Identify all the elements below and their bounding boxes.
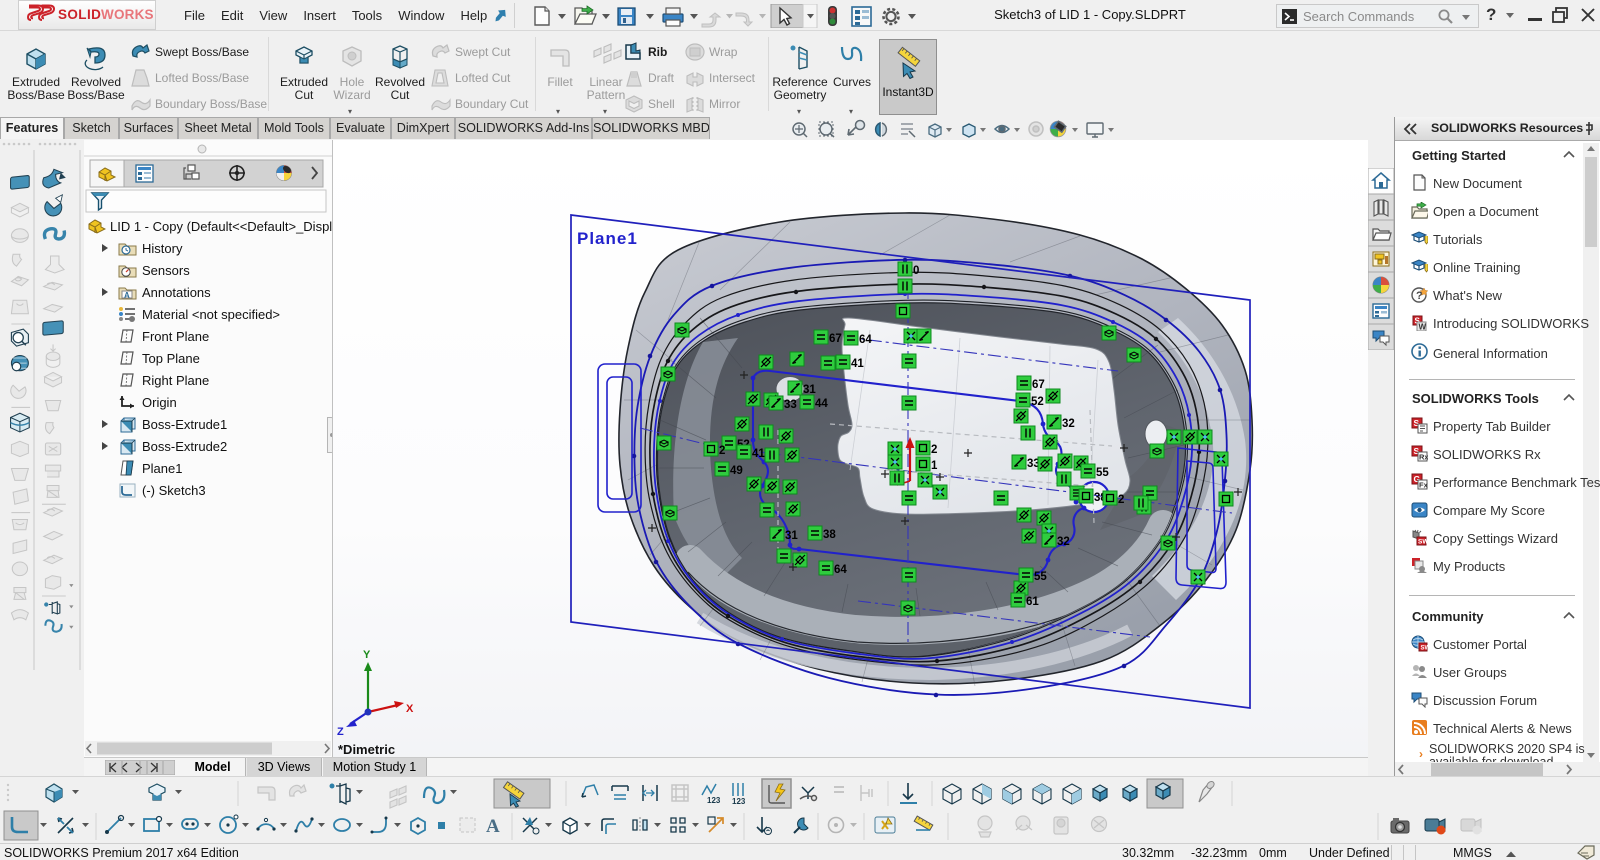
- svg-text:33: 33: [784, 399, 797, 411]
- svg-text:38: 38: [823, 529, 836, 541]
- svg-text:41: 41: [752, 448, 765, 460]
- svg-text:*Dimetric: *Dimetric: [338, 742, 395, 757]
- svg-text:Rx: Rx: [1419, 453, 1428, 462]
- svg-text:A: A: [124, 291, 130, 300]
- svg-text:31: 31: [785, 530, 798, 542]
- svg-text:2: 2: [931, 444, 937, 456]
- svg-text:123: 123: [732, 797, 746, 806]
- svg-text:Plane1: Plane1: [577, 229, 638, 248]
- svg-text:SW: SW: [1421, 646, 1429, 652]
- svg-text:1: 1: [931, 460, 938, 472]
- svg-text:0: 0: [913, 265, 919, 277]
- svg-text:32: 32: [1062, 418, 1075, 430]
- svg-text:44: 44: [815, 398, 828, 410]
- svg-text:52: 52: [1031, 396, 1044, 408]
- svg-text:41: 41: [851, 358, 864, 370]
- svg-text:Z: Z: [337, 726, 344, 738]
- svg-text:A: A: [486, 816, 500, 837]
- svg-text:SW: SW: [1418, 539, 1428, 546]
- svg-text:2: 2: [1118, 494, 1124, 506]
- svg-text:67: 67: [1032, 379, 1045, 391]
- svg-text:2: 2: [719, 445, 725, 457]
- svg-text:W: W: [1419, 323, 1427, 332]
- svg-text:Y: Y: [363, 649, 371, 661]
- svg-text:55: 55: [1034, 571, 1047, 583]
- svg-text:32: 32: [1057, 536, 1070, 548]
- svg-text:31: 31: [803, 384, 816, 396]
- svg-text:Fx: Fx: [1419, 481, 1428, 490]
- svg-text:X: X: [406, 703, 414, 715]
- svg-text:61: 61: [1026, 596, 1039, 608]
- svg-text:67: 67: [829, 333, 842, 345]
- svg-text:123: 123: [707, 796, 721, 805]
- svg-text:55: 55: [1096, 467, 1109, 479]
- svg-text:49: 49: [730, 465, 743, 477]
- svg-text:SOLID: SOLID: [58, 7, 101, 22]
- svg-text:64: 64: [859, 334, 872, 346]
- svg-text:WORKS: WORKS: [101, 7, 154, 22]
- svg-text:64: 64: [834, 564, 847, 576]
